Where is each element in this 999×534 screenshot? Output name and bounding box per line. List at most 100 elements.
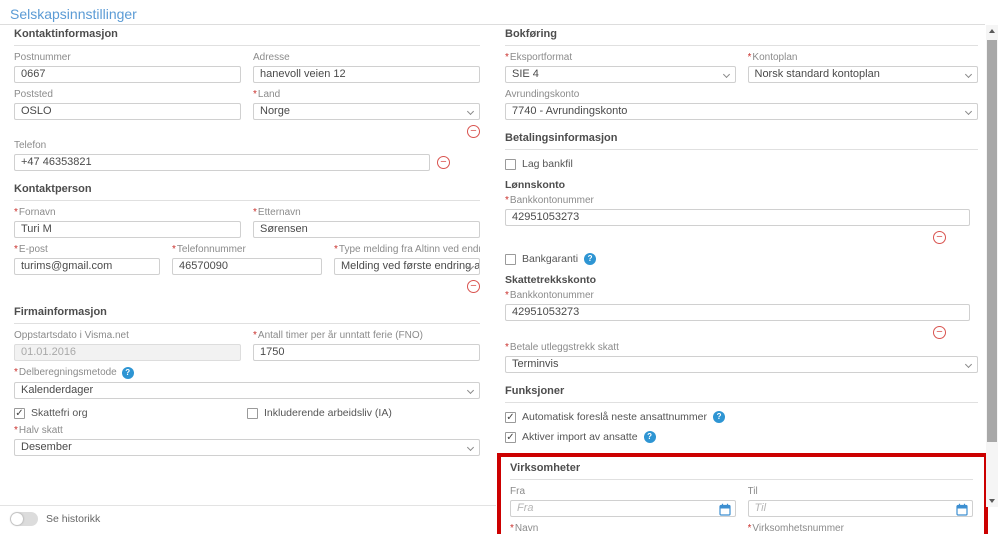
fra-date-input[interactable]: Fra [510,500,736,517]
lonnskonto-subheader: Lønnskonto [505,179,566,191]
navn-field: *Navn MaiSimba [510,523,736,534]
remove-lonnskonto-icon[interactable]: − [933,231,946,244]
oppstartsdato-field: Oppstartsdato i Visma.net 01.01.2016 [14,330,241,361]
fornavn-input[interactable]: Turi M [14,221,241,238]
footer-divider [0,505,496,506]
etternavn-label: *Etternavn [253,207,301,218]
chevron-down-icon [722,70,730,79]
virksomheter-highlight-box: Virksomheter Fra Fra Til Til *Navn *Virk… [497,453,988,534]
aktiver-import-label: Aktiver import av ansatte [522,431,638,443]
delberegningsmetode-label: *Delberegningsmetode? [14,367,480,379]
lag-bankfil-checkbox[interactable] [505,158,516,170]
toggle-knob [11,513,23,525]
telefon-field: Telefon +47 46353821 − [14,140,480,171]
info-icon[interactable]: ? [121,367,134,379]
section-header: Kontaktperson [14,183,480,201]
inkluderende-checkbox[interactable] [247,407,258,419]
remove-telefon-icon[interactable]: − [437,156,450,169]
left-column: Kontaktinformasjon Postnummer 0667 Adres… [14,26,480,456]
betale-utleggstrekk-label: *Betale utleggstrekk skatt [505,342,619,353]
section-firmainformasjon: Firmainformasjon Oppstartsdato i Visma.n… [14,306,480,456]
inkluderende-label: Inkluderende arbeidsliv (IA) [264,407,392,419]
postnummer-input[interactable]: 0667 [14,66,241,83]
auto-ansattnummer-checkbox[interactable]: ✓ [505,411,516,423]
section-header: Virksomheter [510,462,973,480]
aktiver-import-row: ✓ Aktiver import av ansatte ? [505,431,978,443]
poststed-input[interactable]: OSLO [14,103,241,120]
vertical-scrollbar[interactable] [986,25,998,507]
virksomhetsnummer-label: *Virksomhetsnummer [747,523,844,534]
section-betalingsinformasjon: Betalingsinformasjon Lag bankfil Lønnsko… [505,132,978,373]
postnummer-label: Postnummer [14,52,71,63]
eksportformat-select[interactable]: SIE 4 [505,66,736,83]
right-column: Bokføring *Eksportformat SIE 4 *Kontopla… [497,26,988,534]
skattefri-org-row: ✓ Skattefri org [14,407,247,419]
bankkontonummer-label: *Bankkontonummer [505,290,594,301]
adresse-label: Adresse [253,52,290,63]
remove-skattetrekkskonto-icon[interactable]: − [933,326,946,339]
info-icon[interactable]: ? [584,253,597,265]
bankgaranti-checkbox[interactable] [505,253,516,265]
poststed-label: Poststed [14,89,53,100]
lonnskonto-bankkontonummer-input[interactable]: 42951053273 [505,209,970,226]
kontoplan-label: *Kontoplan [747,52,798,63]
poststed-field: Poststed OSLO [14,89,241,120]
land-select[interactable]: Norge [253,103,480,120]
kontoplan-field: *Kontoplan Norsk standard kontoplan [747,52,978,83]
oppstartsdato-label: Oppstartsdato i Visma.net [14,330,129,341]
skattefri-org-checkbox[interactable]: ✓ [14,407,25,419]
halv-skatt-select[interactable]: Desember [14,439,480,456]
postnummer-field: Postnummer 0667 [14,52,241,83]
type-melding-select[interactable]: Melding ved første endring av skattekort [334,258,480,275]
skattetrekkskonto-subheader: Skattetrekkskonto [505,274,597,286]
antall-timer-input[interactable]: 1750 [253,344,480,361]
bankgaranti-row: Bankgaranti ? [505,253,978,265]
se-historikk-toggle[interactable] [10,512,38,526]
skatt-bankkontonummer-input[interactable]: 42951053273 [505,304,970,321]
telefon-label: Telefon [14,140,47,151]
inkluderende-row: Inkluderende arbeidsliv (IA) [247,407,480,419]
til-date-input[interactable]: Til [747,500,973,517]
section-header: Kontaktinformasjon [14,28,480,46]
telefon-input[interactable]: +47 46353821 [14,154,430,171]
info-icon[interactable]: ? [643,431,656,443]
fra-field: Fra Fra [510,486,736,517]
halv-skatt-label: *Halv skatt [14,425,63,436]
footer: Se historikk [10,512,100,526]
triangle-down-icon [989,499,995,503]
calendar-icon[interactable] [956,503,968,516]
adresse-input[interactable]: hanevoll veien 12 [253,66,480,83]
aktiver-import-checkbox[interactable]: ✓ [505,431,516,443]
lag-bankfil-label: Lag bankfil [522,158,573,170]
lonnskonto-bankkontonummer-field: *Bankkontonummer 42951053273 [505,195,978,226]
title-divider [0,24,985,25]
halv-skatt-field: *Halv skatt Desember [14,425,480,456]
telefonnummer-input[interactable]: 46570090 [172,258,322,275]
calendar-icon[interactable] [718,503,731,516]
kontoplan-select[interactable]: Norsk standard kontoplan [747,66,978,83]
section-bokforing: Bokføring *Eksportformat SIE 4 *Kontopla… [505,28,978,120]
adresse-field: Adresse hanevoll veien 12 [253,52,480,83]
epost-input[interactable]: turims@gmail.com [14,258,160,275]
auto-ansattnummer-row: ✓ Automatisk foreslå neste ansattnummer … [505,411,978,423]
land-label: *Land [253,89,281,100]
virksomhetsnummer-field: *Virksomhetsnummer 911013746 [748,523,974,534]
section-funksjoner: Funksjoner ✓ Automatisk foreslå neste an… [505,385,978,443]
scroll-up-button[interactable] [986,25,998,37]
scrollbar-thumb[interactable] [987,40,997,442]
antall-timer-label: *Antall timer per år unntatt ferie (FNO) [253,330,423,341]
navn-label: *Navn [510,523,539,534]
delberegningsmetode-select[interactable]: Kalenderdager [14,382,480,399]
etternavn-field: *Etternavn Sørensen [253,207,480,238]
chevron-down-icon [466,443,475,452]
type-melding-field: *Type melding fra Altinn ved endret skat… [334,244,480,275]
scroll-down-button[interactable] [986,495,998,507]
info-icon[interactable]: ? [713,411,726,423]
remove-address-icon[interactable]: − [467,125,480,138]
etternavn-input[interactable]: Sørensen [253,221,480,238]
avrundingskonto-select[interactable]: 7740 - Avrundingskonto [505,103,978,120]
telefonnummer-field: *Telefonnummer 46570090 [172,244,322,275]
remove-kontaktperson-icon[interactable]: − [467,280,480,293]
betale-utleggstrekk-select[interactable]: Terminvis [505,356,978,373]
eksportformat-field: *Eksportformat SIE 4 [505,52,736,83]
